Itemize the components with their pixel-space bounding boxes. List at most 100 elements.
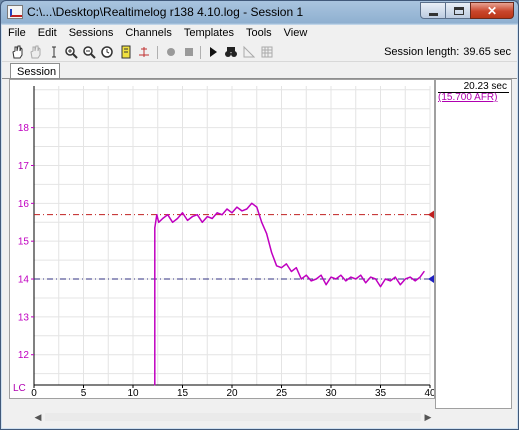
x-tick-label: 25 [276,388,288,398]
data-point [226,208,228,210]
menu-channels[interactable]: Channels [119,25,177,43]
lap-icon[interactable] [242,45,256,59]
data-point [186,219,189,221]
close-icon: ✕ [486,4,498,18]
reference-marker-icon [428,275,434,284]
session-length-value: 39.65 sec [463,46,511,58]
menu-sessions[interactable]: Sessions [63,25,120,43]
data-point [310,280,312,282]
toolbar: Session length: 39.65 sec [2,43,517,62]
record-icon[interactable] [164,45,178,59]
scale-icon[interactable] [137,45,151,59]
data-point [162,217,164,220]
hand-disabled-icon[interactable] [28,45,42,59]
y-tick-label: 15 [18,237,30,248]
maximize-icon [454,7,464,15]
data-point [375,278,377,280]
data-point [325,284,327,286]
data-point [280,267,283,269]
data-point [295,267,297,269]
readout-panel: 20.23 sec (15.700 AFR) [435,79,512,409]
minimize-button[interactable] [420,2,446,19]
note-icon[interactable] [119,45,133,59]
data-point [335,278,337,280]
scroll-track[interactable] [45,413,421,421]
data-point [221,214,223,216]
data-point [315,278,317,280]
data-point [320,274,322,276]
close-button[interactable]: ✕ [470,2,514,19]
data-point [360,274,362,276]
data-point [409,276,411,278]
y-tick-label: 16 [18,199,30,210]
app-window: C:\...\Desktop\Realtimelog r138 4.10.log… [0,0,519,430]
data-point [389,280,391,282]
cursor-value[interactable]: (15.700 AFR) [438,92,497,103]
menu-view[interactable]: View [278,25,314,43]
x-tick-label: 15 [177,388,189,398]
data-point [340,274,342,276]
data-point [201,221,203,223]
data-point [290,270,292,273]
data-point [156,214,158,216]
data-point [167,214,169,216]
menu-templates[interactable]: Templates [178,25,240,43]
chart-plot[interactable]: 12 13 14 15 16 17 18 0 5 10 15 20 25 30 35 40 [10,80,434,398]
title-bar[interactable]: C:\...\Desktop\Realtimelog r138 4.10.log… [1,1,518,23]
binoculars-icon[interactable] [224,45,238,59]
series-line [154,202,425,385]
grid-icon[interactable] [260,45,274,59]
data-point [365,282,367,284]
y-tick-label: 14 [18,275,30,286]
window-title: C:\...\Desktop\Realtimelog r138 4.10.log… [27,5,304,19]
reset-zoom-icon[interactable] [100,45,114,59]
app-icon[interactable] [7,5,23,19]
toolbar-separator [157,46,158,59]
data-point [211,217,213,220]
session-tabs: Session 1 [2,62,517,90]
play-icon[interactable] [206,45,220,59]
zoom-out-icon[interactable] [82,45,96,59]
minimize-icon [429,13,438,16]
hand-icon[interactable] [10,45,24,59]
data-point [236,206,238,208]
menu-edit[interactable]: Edit [32,25,63,43]
data-point [345,280,347,282]
chart-area[interactable]: 12 13 14 15 16 17 18 0 5 10 15 20 25 30 35 40 [9,79,435,399]
text-cursor-icon[interactable] [47,45,61,59]
y-tick-label: 17 [18,161,30,172]
y-axis-corner-label: LC [13,383,26,394]
data-point [271,251,273,254]
data-point [330,276,332,278]
data-point [423,270,425,273]
data-point [181,212,184,214]
maximize-button[interactable] [445,2,471,19]
menu-file[interactable]: File [2,25,32,43]
data-point [172,221,174,223]
data-point [355,278,357,280]
x-tick-label: 20 [226,388,238,398]
menu-tools[interactable]: Tools [240,25,278,43]
data-point [154,227,156,229]
data-point [256,206,258,208]
scroll-right-icon[interactable]: ▶ [421,410,435,424]
y-tick-label: 12 [18,350,30,361]
data-point [379,286,382,288]
data-point [206,216,208,218]
horizontal-scrollbar[interactable]: ◀ ▶ [31,410,435,424]
menu-bar: File Edit Sessions Channels Templates To… [2,25,517,43]
x-tick-label: 30 [325,388,337,398]
data-point [414,280,416,282]
data-point [419,276,421,278]
zoom-in-icon[interactable] [64,45,78,59]
data-point [246,208,248,210]
toolbar-separator [200,46,201,59]
y-tick-label: 18 [18,123,30,134]
y-tick-label: 13 [18,312,30,323]
reference-marker-icon [428,210,434,219]
x-tick-label: 40 [424,388,434,398]
session-length-label: Session length: [384,46,460,58]
data-point [261,221,263,223]
stop-icon[interactable] [182,45,196,59]
scroll-left-icon[interactable]: ◀ [31,410,45,424]
